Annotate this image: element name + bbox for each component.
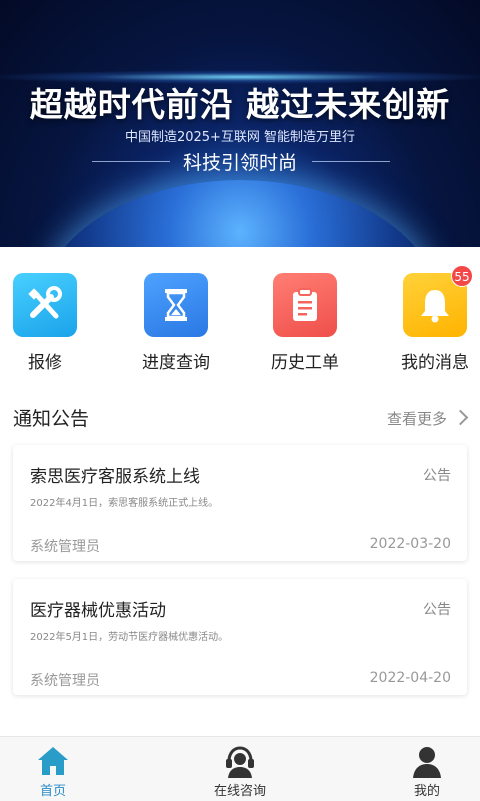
clipboard-icon [273, 273, 337, 337]
tab-home[interactable]: 首页 [0, 737, 133, 801]
menu-label: 报修 [28, 353, 62, 373]
banner-slogan: 科技引领时尚 [182, 152, 297, 174]
section-title: 通知公告 [13, 408, 90, 430]
home-icon [36, 744, 70, 778]
view-more-label: 查看更多 [386, 410, 447, 428]
unread-badge: 55 [451, 265, 473, 287]
menu-item-progress[interactable]: 进度查询 [121, 273, 231, 373]
tab-label: 首页 [39, 784, 66, 799]
divider-line [312, 161, 390, 162]
headset-icon [223, 744, 257, 778]
bell-icon: 55 [403, 265, 473, 337]
tab-label: 在线咨询 [213, 784, 266, 799]
notice-header: 通知公告 查看更多 [0, 380, 480, 440]
notice-date: 2022-03-20 [369, 536, 451, 552]
notice-card[interactable]: 索思医疗客服系统上线 公告 2022年4月1日，索思客服系统正式上线。 系统管理… [13, 445, 467, 561]
tab-label: 我的 [413, 784, 440, 799]
notice-title: 医疗器械优惠活动 [30, 601, 166, 621]
menu-item-repair[interactable]: 报修 [0, 273, 100, 373]
notice-date: 2022-04-20 [369, 670, 451, 686]
notice-list: 索思医疗客服系统上线 公告 2022年4月1日，索思客服系统正式上线。 系统管理… [0, 440, 480, 736]
view-more-link[interactable]: 查看更多 [386, 408, 469, 429]
banner[interactable]: 超越时代前沿 越过未来创新 中国制造2025+互联网 智能制造万里行 科技引领时… [0, 0, 480, 247]
notice-description: 2022年5月1日，劳动节医疗器械优惠活动。 [30, 632, 229, 643]
notice-card[interactable]: 医疗器械优惠活动 公告 2022年5月1日，劳动节医疗器械优惠活动。 系统管理员… [13, 579, 467, 695]
notice-author: 系统管理员 [30, 539, 100, 555]
notice-tag: 公告 [423, 602, 451, 618]
menu-label: 进度查询 [142, 353, 210, 373]
tab-consult[interactable]: 在线咨询 [160, 737, 320, 801]
quick-menu: 报修 进度查询 历史工单 55 我的消息 [0, 247, 480, 380]
user-icon [410, 744, 444, 778]
chevron-right-icon [452, 409, 469, 426]
tab-mine[interactable]: 我的 [347, 737, 480, 801]
menu-label: 历史工单 [271, 353, 339, 373]
bottom-tab-bar: 首页 在线咨询 我的 [0, 736, 480, 801]
banner-planet [40, 180, 440, 247]
notice-tag: 公告 [423, 468, 451, 484]
notice-title: 索思医疗客服系统上线 [30, 467, 200, 487]
banner-headline: 超越时代前沿 越过未来创新 [29, 85, 451, 124]
hourglass-icon [144, 273, 208, 337]
notice-author: 系统管理员 [30, 673, 100, 689]
notice-description: 2022年4月1日，索思客服系统正式上线。 [30, 498, 219, 509]
banner-subtitle: 中国制造2025+互联网 智能制造万里行 [124, 130, 356, 145]
menu-label: 我的消息 [401, 353, 469, 373]
menu-item-history[interactable]: 历史工单 [250, 273, 360, 373]
tools-icon [13, 273, 77, 337]
menu-item-messages[interactable]: 55 我的消息 [380, 265, 480, 373]
